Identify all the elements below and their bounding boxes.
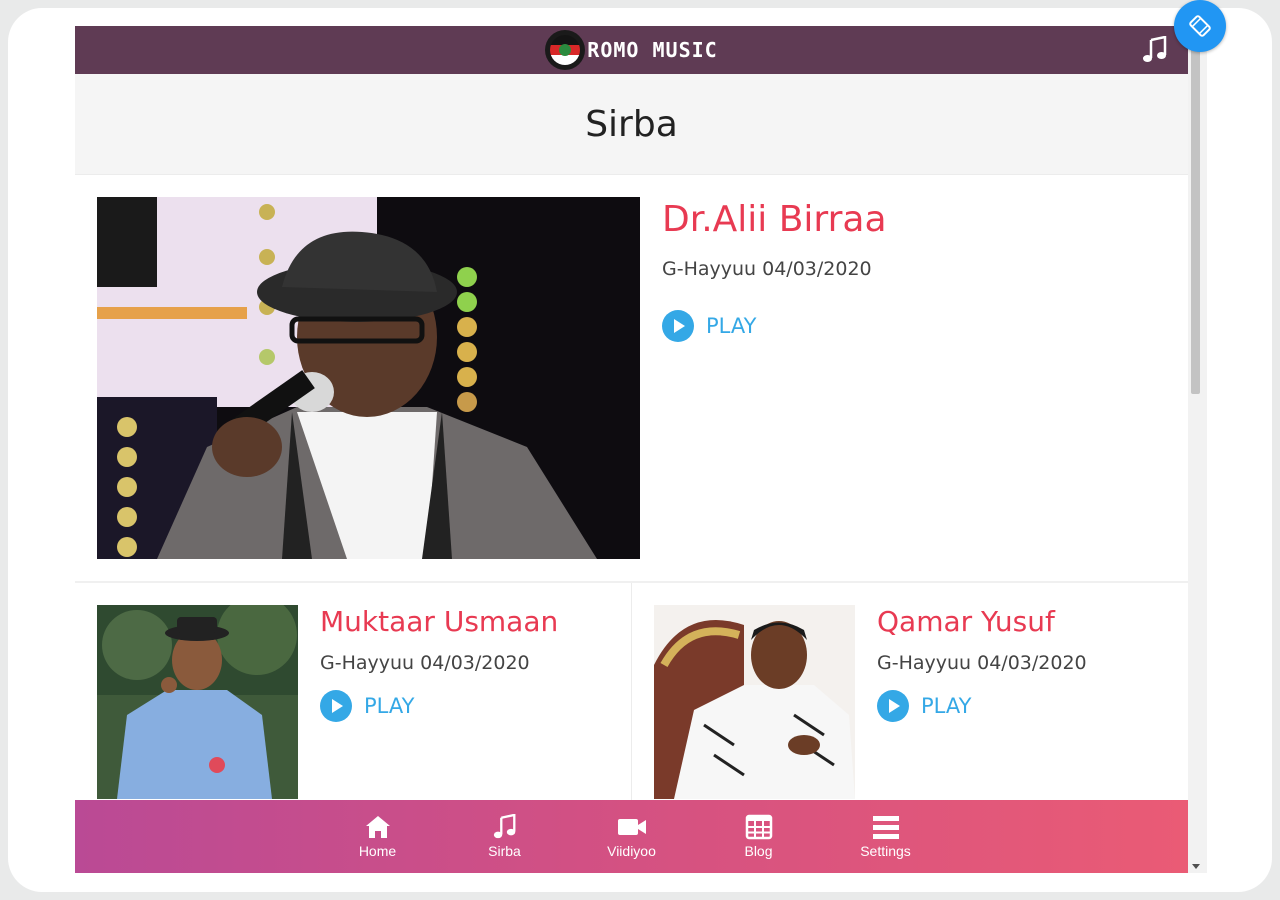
oromo-emblem-icon <box>545 30 586 70</box>
rotate-screen-button[interactable] <box>1174 0 1226 52</box>
play-label: PLAY <box>364 694 415 718</box>
nav-label: Viidiyoo <box>607 843 656 859</box>
rotate-icon <box>1189 15 1211 37</box>
app-logo[interactable]: ROMO MUSIC <box>545 30 717 70</box>
page-header: Sirba <box>75 74 1188 175</box>
nav-home[interactable]: Home <box>314 800 441 873</box>
release-date: G-Hayyuu 04/03/2020 <box>662 258 872 280</box>
play-icon <box>877 690 909 722</box>
play-button[interactable]: PLAY <box>320 690 414 722</box>
release-date: G-Hayyuu 04/03/2020 <box>877 652 1087 674</box>
scroll-down-arrow-icon[interactable] <box>1192 864 1200 869</box>
artist-photo[interactable] <box>97 605 298 799</box>
play-button[interactable]: PLAY <box>877 690 971 722</box>
play-icon <box>662 310 694 342</box>
nav-viidiyoo[interactable]: Viidiyoo <box>568 800 695 873</box>
app-screen: ROMO MUSIC Sirba Dr.Alii Birraa G-Hayyuu… <box>75 26 1188 873</box>
play-button[interactable]: PLAY <box>662 310 756 342</box>
artist-photo[interactable] <box>654 605 855 799</box>
nav-label: Home <box>358 843 397 859</box>
top-bar: ROMO MUSIC <box>75 26 1188 74</box>
artist-photo[interactable] <box>97 197 640 559</box>
music-note-icon <box>1143 35 1167 62</box>
nav-label: Blog <box>744 843 773 859</box>
artist-name[interactable]: Qamar Yusuf <box>877 605 1087 638</box>
play-icon <box>320 690 352 722</box>
logo-text: ROMO MUSIC <box>587 38 718 62</box>
nav-settings[interactable]: Settings <box>822 800 949 873</box>
scrollbar[interactable] <box>1188 26 1207 873</box>
featured-track[interactable]: Dr.Alii Birraa G-Hayyuu 04/03/2020 PLAY <box>75 175 1188 583</box>
nav-label: Settings <box>860 843 911 859</box>
home-icon <box>365 816 390 838</box>
play-label: PLAY <box>921 694 972 718</box>
video-camera-icon <box>617 819 646 835</box>
nav-label: Sirba <box>488 843 521 859</box>
music-player-button[interactable] <box>1142 35 1168 69</box>
bottom-navigation: Home Sirba Viidiyoo Blog Settings <box>75 800 1188 873</box>
play-label: PLAY <box>706 314 757 338</box>
track-info: Dr.Alii Birraa G-Hayyuu 04/03/2020 PLAY <box>640 197 887 559</box>
artist-name[interactable]: Muktaar Usmaan <box>320 605 558 638</box>
music-note-icon <box>493 814 515 839</box>
artist-name[interactable]: Dr.Alii Birraa <box>662 199 887 240</box>
scrollbar-thumb[interactable] <box>1191 44 1200 394</box>
release-date: G-Hayyuu 04/03/2020 <box>320 652 530 674</box>
calendar-grid-icon <box>745 814 772 840</box>
nav-sirba[interactable]: Sirba <box>441 800 568 873</box>
menu-bars-icon <box>872 816 899 839</box>
page-title: Sirba <box>585 103 678 145</box>
nav-blog[interactable]: Blog <box>695 800 822 873</box>
